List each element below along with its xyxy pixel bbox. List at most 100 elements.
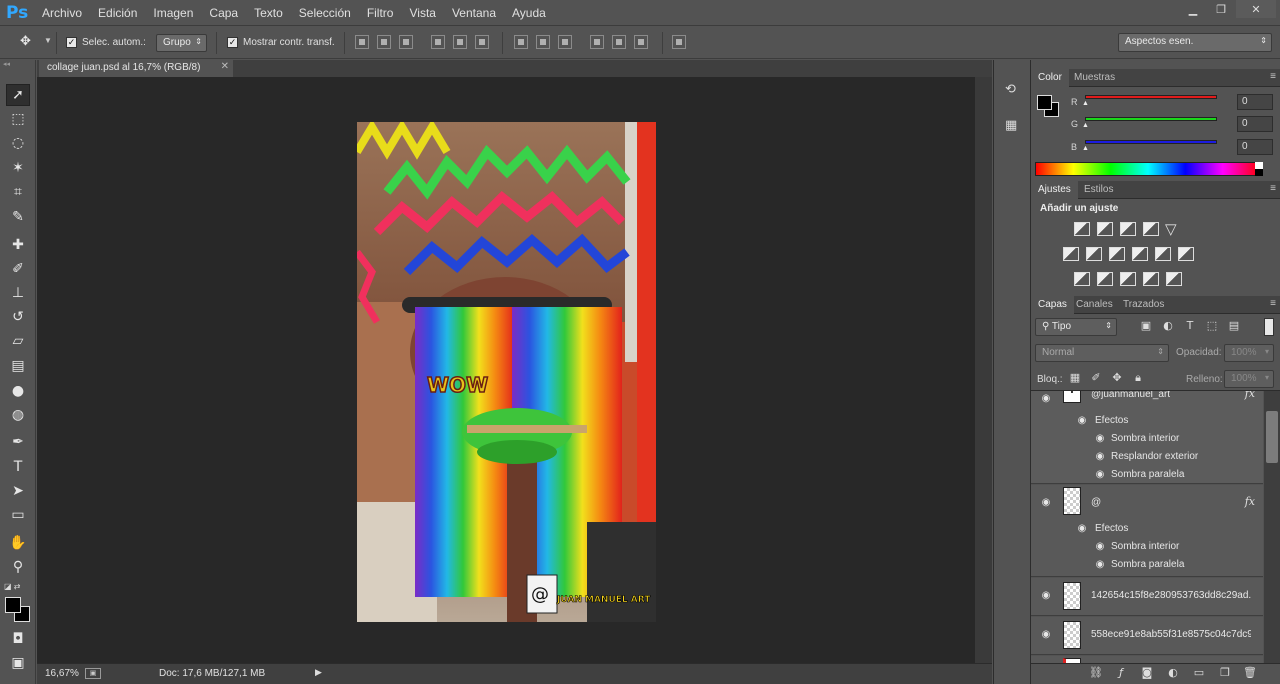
layer-filter-dropdown[interactable]: ⚲ Tipo ⇕ — [1035, 318, 1117, 336]
filter-toggle-switch[interactable] — [1264, 318, 1274, 336]
tab-color[interactable]: Color — [1031, 69, 1069, 87]
clone-stamp-tool-icon[interactable]: ⊥ — [6, 282, 30, 304]
slider-thumb-icon[interactable]: ▲ — [1082, 100, 1089, 107]
filter-adjustment-icon[interactable]: ◐ — [1162, 320, 1174, 332]
chevron-down-icon[interactable]: ▼ — [44, 36, 52, 45]
eraser-tool-icon[interactable]: ▱ — [6, 330, 30, 352]
slider-thumb-icon[interactable]: ▲ — [1082, 122, 1089, 129]
gradient-tool-icon[interactable]: ▤ — [6, 355, 30, 377]
new-layer-icon[interactable]: ❐ — [1219, 667, 1231, 679]
eye-icon[interactable]: ◉ — [1093, 541, 1107, 552]
panel-menu-icon[interactable]: ≡ — [1270, 183, 1276, 194]
menu-vista[interactable]: Vista — [401, 6, 443, 20]
menu-filtro[interactable]: Filtro — [359, 6, 402, 20]
menu-ventana[interactable]: Ventana — [444, 6, 504, 20]
close-icon[interactable]: ✕ — [221, 61, 229, 72]
align-hcenter-icon[interactable] — [453, 35, 467, 49]
channel-mixer-icon[interactable] — [1155, 247, 1171, 261]
tab-canales[interactable]: Canales — [1069, 296, 1120, 314]
fill-input[interactable]: 100% ▾ — [1224, 370, 1274, 388]
blend-mode-dropdown[interactable]: Normal ⇕ — [1035, 344, 1169, 362]
eye-icon[interactable]: ◉ — [1093, 433, 1107, 444]
channel-b-slider[interactable] — [1085, 140, 1217, 144]
link-layers-icon[interactable]: ⛓ — [1089, 667, 1103, 679]
panel-menu-icon[interactable]: ≡ — [1270, 298, 1276, 309]
fx-icon[interactable]: fx — [1245, 495, 1255, 508]
layer-row[interactable]: ◉ T @juanmanuel_art fx ◉ Efectos ◉ Sombr… — [1031, 391, 1263, 484]
screen-mode-icon[interactable]: ▣ — [6, 652, 30, 674]
effect-item[interactable]: Sombra interior — [1111, 433, 1179, 444]
distribute-right-icon[interactable] — [634, 35, 648, 49]
levels-icon[interactable] — [1097, 222, 1113, 236]
collapse-arrows-icon[interactable]: ◂◂ — [3, 60, 33, 68]
magic-wand-tool-icon[interactable]: ✶ — [6, 157, 30, 179]
menu-capa[interactable]: Capa — [201, 6, 246, 20]
tab-capas[interactable]: Capas — [1031, 296, 1074, 314]
lock-transparency-icon[interactable]: ▦ — [1069, 372, 1081, 384]
brightness-contrast-icon[interactable] — [1074, 222, 1090, 236]
filter-smart-object-icon[interactable]: ▤ — [1228, 320, 1240, 332]
pen-tool-icon[interactable]: ✒ — [6, 431, 30, 453]
tab-muestras[interactable]: Muestras — [1067, 69, 1122, 87]
panel-menu-icon[interactable]: ≡ — [1270, 71, 1276, 82]
menu-texto[interactable]: Texto — [246, 6, 291, 20]
tab-ajustes[interactable]: Ajustes — [1031, 181, 1078, 199]
channel-r-slider[interactable] — [1085, 95, 1217, 99]
artwork-canvas[interactable]: WOW @ JUAN MANUEL ART — [357, 122, 656, 622]
curves-icon[interactable] — [1120, 222, 1136, 236]
new-group-icon[interactable]: ▭ — [1193, 667, 1205, 679]
move-tool-icon[interactable]: ➚ — [6, 84, 30, 106]
menu-seleccion[interactable]: Selección — [291, 6, 359, 20]
channel-g-slider[interactable] — [1085, 117, 1217, 121]
eye-icon[interactable]: ◉ — [1093, 469, 1107, 480]
dodge-tool-icon[interactable]: ◍ — [6, 404, 30, 426]
black-white-ramp[interactable] — [1255, 162, 1263, 176]
history-panel-icon[interactable]: ⟲ — [1005, 82, 1023, 100]
quick-mask-icon[interactable]: ◘ — [6, 628, 30, 650]
auto-select-target-dropdown[interactable]: Grupo ⇕ — [156, 34, 207, 52]
auto-select-checkbox[interactable]: ✓ — [66, 37, 77, 48]
path-selection-tool-icon[interactable]: ➤ — [6, 480, 30, 502]
eye-icon[interactable]: ◉ — [1075, 523, 1089, 534]
slider-thumb-icon[interactable]: ▲ — [1082, 145, 1089, 152]
channel-b-input[interactable]: 0 — [1237, 139, 1273, 155]
align-right-icon[interactable] — [475, 35, 489, 49]
color-lookup-icon[interactable] — [1178, 247, 1194, 261]
eye-icon[interactable]: ◉ — [1039, 393, 1053, 404]
channel-g-input[interactable]: 0 — [1237, 116, 1273, 132]
lock-image-icon[interactable]: ✐ — [1090, 372, 1102, 384]
move-tool-preset-icon[interactable]: ✥ — [20, 34, 38, 50]
filter-type-icon[interactable]: T — [1184, 320, 1196, 332]
rectangle-tool-icon[interactable]: ▭ — [6, 504, 30, 526]
align-bottom-icon[interactable] — [399, 35, 413, 49]
vertical-scrollbar[interactable] — [975, 77, 992, 663]
effect-item[interactable]: Sombra paralela — [1111, 469, 1184, 480]
scrollbar-thumb[interactable] — [1266, 411, 1278, 463]
vibrance-icon[interactable]: ▽ — [1165, 220, 1177, 238]
zoom-tool-icon[interactable]: ⚲ — [6, 556, 30, 578]
effect-item[interactable]: Sombra paralela — [1111, 559, 1184, 570]
history-brush-tool-icon[interactable]: ↺ — [6, 306, 30, 328]
exposure-icon[interactable] — [1143, 222, 1159, 236]
menu-edicion[interactable]: Edición — [90, 6, 145, 20]
blur-tool-icon[interactable]: ● — [6, 380, 30, 402]
maximize-button[interactable]: ❐ — [1206, 0, 1236, 18]
eye-icon[interactable]: ◉ — [1075, 415, 1089, 426]
foreground-color-swatch[interactable] — [5, 597, 21, 613]
color-spectrum-bar[interactable] — [1035, 162, 1261, 176]
show-transform-checkbox[interactable]: ✓ — [227, 37, 238, 48]
hand-tool-icon[interactable]: ✋ — [6, 532, 30, 554]
distribute-top-icon[interactable] — [514, 35, 528, 49]
new-adjustment-icon[interactable]: ◐ — [1167, 667, 1179, 679]
fx-icon[interactable]: fx — [1245, 391, 1255, 400]
tab-estilos[interactable]: Estilos — [1077, 181, 1120, 199]
workspace-dropdown[interactable]: Aspectos esen. ⇕ — [1118, 33, 1272, 52]
tab-trazados[interactable]: Trazados — [1116, 296, 1171, 314]
align-vcenter-icon[interactable] — [377, 35, 391, 49]
effect-item[interactable]: Resplandor exterior — [1111, 451, 1198, 462]
distribute-left-icon[interactable] — [590, 35, 604, 49]
close-window-button[interactable]: ✕ — [1236, 0, 1276, 18]
invert-icon[interactable] — [1074, 272, 1090, 286]
eye-icon[interactable]: ◉ — [1039, 629, 1053, 640]
color-balance-icon[interactable] — [1086, 247, 1102, 261]
